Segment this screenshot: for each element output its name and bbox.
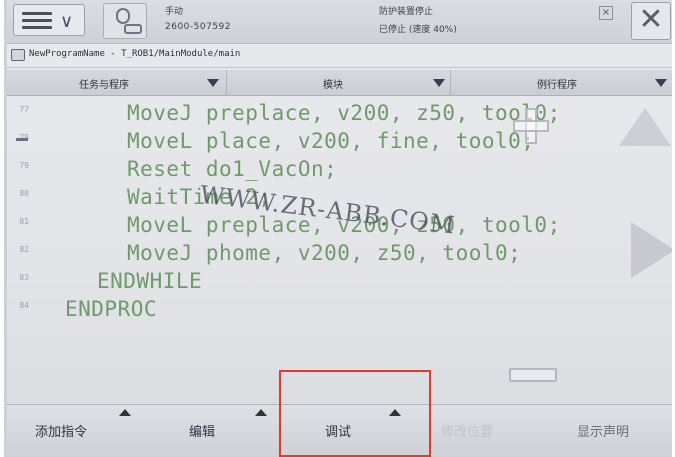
hamburger-icon: [22, 12, 52, 30]
tab-routines[interactable]: 例行程序: [451, 70, 672, 96]
breadcrumb-path: NewProgramName - T_ROB1/MainModule/main: [29, 49, 241, 59]
abb-menu-button[interactable]: ∨: [13, 4, 85, 36]
button-label: 编辑: [189, 425, 216, 440]
add-instruction-button[interactable]: 添加指令: [7, 405, 143, 457]
chevron-down-icon: ∨: [60, 11, 74, 32]
robot-status-icon[interactable]: [103, 3, 147, 39]
quickset-icon[interactable]: ×: [599, 6, 613, 20]
chevron-up-icon: [119, 409, 131, 416]
chevron-up-icon: [255, 409, 267, 416]
code-line[interactable]: ENDPROC: [65, 297, 157, 321]
program-pointer-icon: [16, 138, 28, 141]
line-number: 82: [19, 245, 29, 254]
chevron-down-icon: [207, 79, 219, 87]
code-line[interactable]: Reset do1_VacOn;: [127, 157, 337, 181]
line-number: 84: [19, 301, 29, 310]
mode-text: 手动: [165, 7, 184, 17]
line-number-gutter: 77 78 79 80 81 82 83 84: [7, 97, 29, 397]
button-label: 显示声明: [577, 425, 630, 440]
code-line[interactable]: MoveJ phome, v200, z50, tool0;: [127, 241, 521, 265]
tab-tasks-and-programs[interactable]: 任务与程序: [7, 70, 227, 96]
tab-modules[interactable]: 模块: [227, 70, 451, 96]
chevron-down-icon: [655, 79, 667, 87]
show-declaration-button[interactable]: 显示声明: [541, 405, 672, 457]
line-number: 83: [19, 273, 29, 282]
button-label: 修改位置: [441, 425, 494, 440]
edit-button[interactable]: 编辑: [143, 405, 277, 457]
program-editor-icon: [11, 49, 25, 61]
safety-status: 防护装置停止: [379, 7, 434, 17]
code-editor[interactable]: 77 78 79 80 81 82 83 84 MoveJ preplace, …: [7, 97, 672, 397]
chevron-down-icon: [433, 79, 445, 87]
run-status: 已停止 (速度 40%): [379, 25, 457, 35]
jog-up-icon[interactable]: [619, 108, 671, 146]
button-label: 添加指令: [35, 425, 88, 440]
breadcrumb: NewProgramName - T_ROB1/MainModule/main: [7, 44, 672, 68]
flexpendant-screen: ∨ 手动 2600-507592 防护装置停止 已停止 (速度 40%) × ✕…: [4, 0, 672, 457]
tab-label: 任务与程序: [79, 80, 129, 91]
controller-id: 2600-507592: [165, 22, 232, 32]
line-number: 80: [19, 189, 29, 198]
code-line[interactable]: MoveL place, v200, fine, tool0;: [127, 129, 534, 153]
tab-label: 例行程序: [537, 80, 577, 91]
scroll-right-icon[interactable]: [631, 222, 672, 278]
line-number: 77: [19, 105, 29, 114]
jog-plus-icon[interactable]: [513, 108, 549, 144]
code-line[interactable]: MoveJ preplace, v200, z50, tool0;: [127, 101, 561, 125]
status-bar: ∨ 手动 2600-507592 防护装置停止 已停止 (速度 40%) × ✕: [7, 0, 672, 44]
line-number: 81: [19, 217, 29, 226]
hide-panel-button[interactable]: [509, 368, 557, 382]
editor-tab-bar: 任务与程序 模块 例行程序: [7, 70, 672, 96]
debug-highlight-box: [279, 370, 431, 457]
line-number: 79: [19, 161, 29, 170]
code-line[interactable]: ENDWHILE: [97, 269, 202, 293]
close-button[interactable]: ✕: [631, 2, 671, 40]
tab-label: 模块: [323, 80, 343, 91]
